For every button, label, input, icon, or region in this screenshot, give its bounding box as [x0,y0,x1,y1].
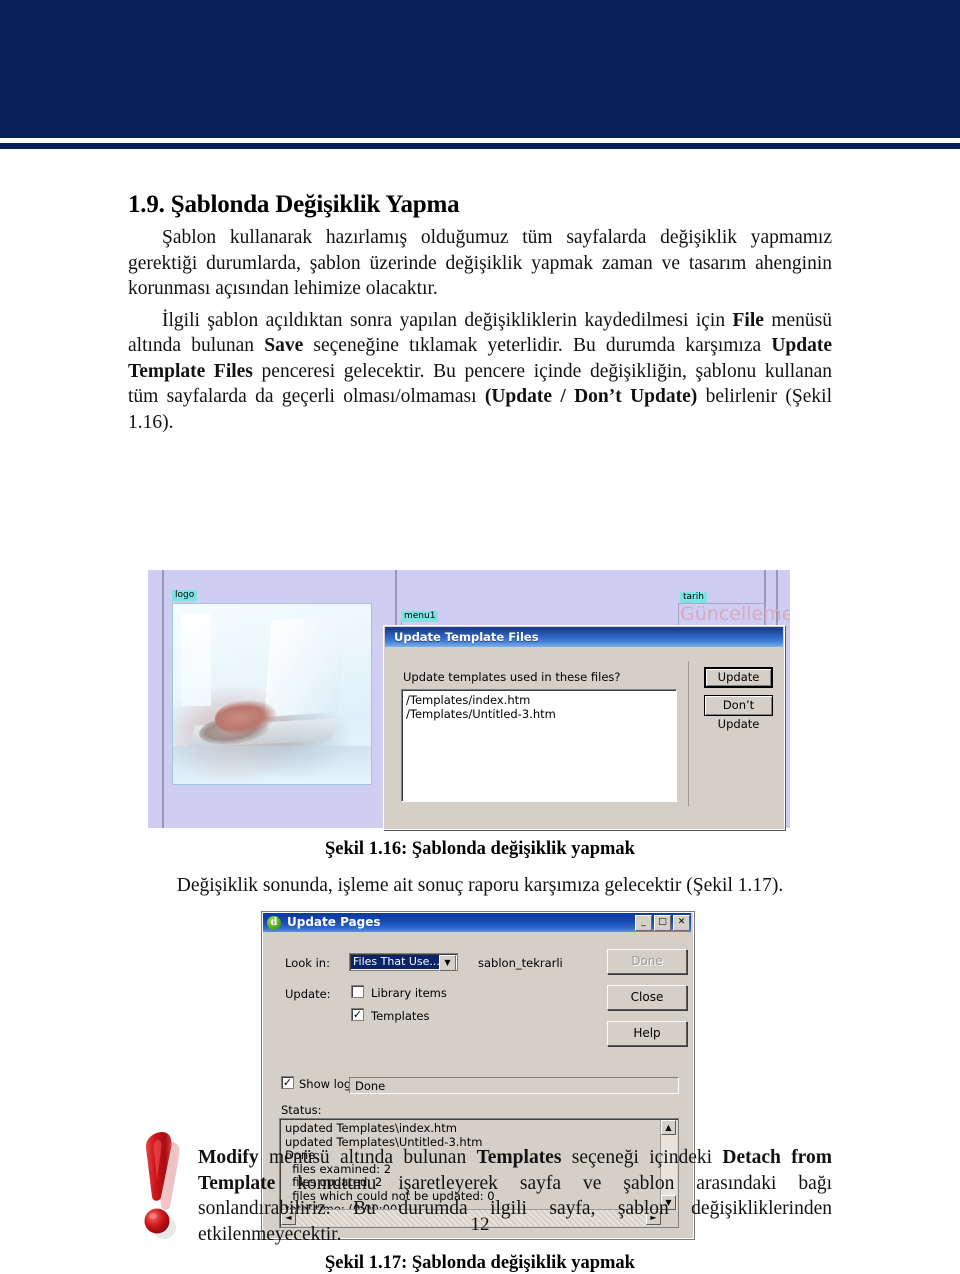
figure-1-caption: Şekil 1.16: Şablonda değişiklik yapmak [325,839,635,859]
paragraph-2: İlgili şablon açıldıktan sonra yapılan d… [128,308,832,436]
show-log-label: Show log [299,1077,352,1091]
photo-window-light [181,614,211,706]
mid-paragraph: Değişiklik sonunda, işleme ait sonuç rap… [176,875,784,896]
warn-t2: seçeneği içindeki [561,1147,723,1168]
region-tag-logo: logo [172,590,198,601]
dialog-titlebar: Update Template Files [385,627,783,647]
update-button[interactable]: Update [704,667,773,688]
p2-t3: seçeneğine tıklamak yeterlidir. Bu durum… [303,335,772,356]
section-title-text: Şablonda Değişiklik Yapma [170,191,460,218]
look-in-value: Files That Use... [351,955,439,969]
window-controls: _ □ ✕ [635,915,690,931]
photo-monitor [264,615,346,717]
page-title: 1.9. Şablonda Değişiklik Yapma [128,191,832,219]
paragraph-1: Şablon kullanarak hazırlamış olduğumuz t… [128,227,832,299]
dialog-body: Update templates used in these files? /T… [385,647,783,828]
close-icon[interactable]: ✕ [673,915,690,931]
warn-t1: menüsü altında bulunan [258,1147,477,1168]
hero-photo [172,603,372,785]
dreamweaver-icon: d [267,916,281,930]
p2-b1: File [732,309,764,331]
page-body: 1.9. Şablonda Değişiklik Yapma Şablon ku… [0,149,960,1273]
page-number: 12 [470,1214,490,1235]
minimize-icon[interactable]: _ [635,915,652,931]
p2-t1: İlgili şablon açıldıktan sonra yapılan d… [162,309,733,331]
scroll-up-icon[interactable]: ▲ [661,1120,676,1135]
update-label: Update: [285,987,331,1001]
warn-b2: Templates [476,1147,562,1168]
help-button[interactable]: Help [607,1021,687,1046]
region-tag-menu1: menu1 [401,611,439,622]
layout-guide-left [162,570,164,828]
p2-b4: (Update / Don’t Update) [484,386,698,407]
p2-b2: Save [264,335,304,356]
look-in-label: Look in: [285,956,330,970]
warn-b1: Modify [198,1147,259,1168]
log-summary-field: Done [349,1077,679,1094]
update-template-files-dialog: Update Template Files Update templates u… [383,625,785,830]
status-label: Status: [281,1103,322,1117]
look-in-dropdown[interactable]: Files That Use... ▼ [349,953,458,971]
update-pages-titlebar: Update Pages [263,913,691,932]
checkbox-library-items[interactable] [351,985,364,998]
photo-reflection [173,746,371,784]
section-number: 1.9. [128,191,165,218]
list-item[interactable]: /Templates/Untitled-3.htm [406,707,676,721]
done-button[interactable]: Done [607,949,687,974]
close-button[interactable]: Close [607,985,687,1010]
update-pages-title-text: Update Pages [287,915,381,929]
look-in-target: sablon_tekrarli [478,956,563,970]
chevron-down-icon[interactable]: ▼ [439,955,456,971]
template-file-list[interactable]: /Templates/index.htm /Templates/Untitled… [401,689,677,802]
guncelleme-text: Güncelleme [680,603,790,625]
page-header-band [0,0,960,138]
list-item[interactable]: /Templates/index.htm [406,693,676,707]
checkbox-templates-label: Templates [371,1009,430,1023]
region-tag-tarih: tarih [680,592,707,603]
maximize-icon[interactable]: □ [654,915,671,931]
checkbox-library-items-label: Library items [371,986,447,1000]
checkbox-templates[interactable]: ✓ [351,1008,364,1021]
figure-2-caption: Şekil 1.17: Şablonda değişiklik yapmak [325,1253,635,1273]
dont-update-button[interactable]: Don’t Update [704,695,773,731]
checkbox-show-log[interactable]: ✓ [281,1076,294,1089]
figure-1-update-template-files: logo menu1 tarih Güncelleme Update Templ… [148,570,790,830]
dialog-divider [688,661,689,806]
dialog-question: Update templates used in these files? [403,670,621,684]
document-content: 1.9. Şablonda Değişiklik Yapma Şablon ku… [128,191,832,441]
